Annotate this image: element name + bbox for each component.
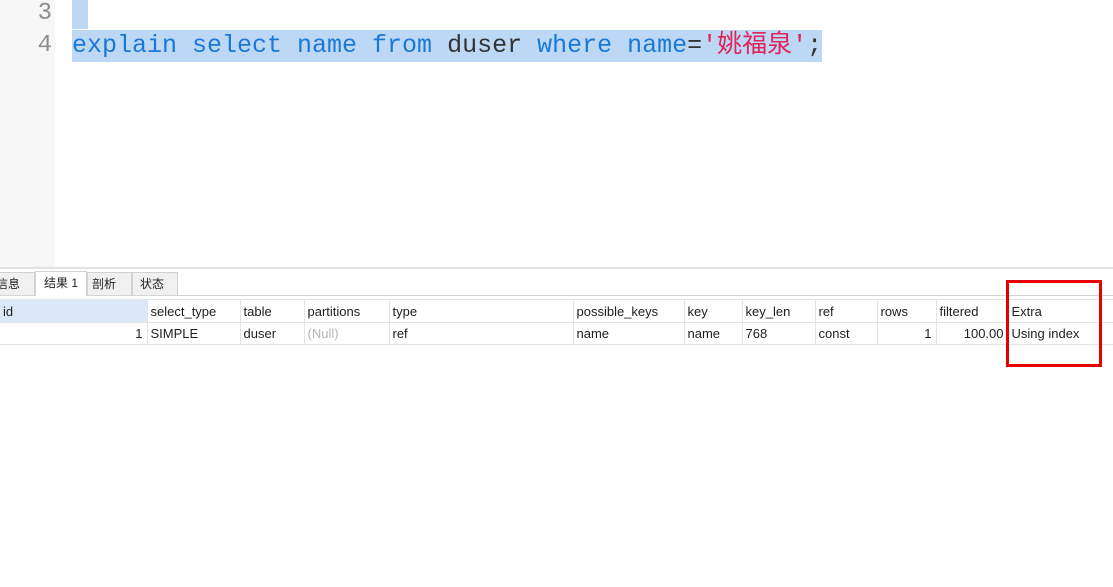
code-line-3[interactable] bbox=[72, 0, 112, 29]
sql-keyword: where name bbox=[537, 31, 688, 60]
tab-info[interactable]: 信息 bbox=[0, 272, 35, 295]
sql-string-literal: '姚福泉' bbox=[702, 31, 808, 60]
sql-identifier: duser bbox=[432, 31, 538, 60]
selected-sql-statement: explain select name from duser where nam… bbox=[72, 30, 823, 62]
line-number-gutter: 3 4 bbox=[0, 0, 55, 267]
column-header-extra[interactable]: Extra bbox=[1008, 299, 1113, 323]
cell-possible-keys[interactable]: name bbox=[573, 322, 685, 345]
cell-rows[interactable]: 1 bbox=[877, 322, 937, 345]
tab-status[interactable]: 状态 bbox=[132, 272, 178, 295]
column-header-ref[interactable]: ref bbox=[815, 299, 878, 323]
code-line-4[interactable]: explain select name from duser where nam… bbox=[72, 30, 823, 62]
line-number-4: 4 bbox=[37, 32, 52, 59]
cell-key-len[interactable]: 768 bbox=[742, 322, 816, 345]
cell-table[interactable]: duser bbox=[240, 322, 305, 345]
cell-partitions[interactable]: (Null) bbox=[304, 322, 390, 345]
line-number-3: 3 bbox=[37, 0, 52, 27]
column-header-filtered[interactable]: filtered bbox=[936, 299, 1009, 323]
column-header-select-type[interactable]: select_type bbox=[147, 299, 241, 323]
column-header-rows[interactable]: rows bbox=[877, 299, 937, 323]
result-tab-bar: 信息 结果 1 剖析 状态 bbox=[0, 269, 1113, 296]
column-header-key-len[interactable]: key_len bbox=[742, 299, 816, 323]
tab-profile[interactable]: 剖析 bbox=[87, 272, 132, 295]
tab-result-1[interactable]: 结果 1 bbox=[35, 271, 87, 296]
column-header-key[interactable]: key bbox=[684, 299, 743, 323]
sql-keyword: explain select name from bbox=[72, 31, 433, 60]
sql-editor[interactable]: 3 4 explain select name from duser where… bbox=[0, 0, 1113, 267]
cell-id[interactable]: 1 bbox=[0, 322, 148, 345]
column-header-possible-keys[interactable]: possible_keys bbox=[573, 299, 685, 323]
result-grid[interactable]: id select_type table partitions type pos… bbox=[0, 299, 1113, 345]
cell-ref[interactable]: const bbox=[815, 322, 878, 345]
cell-select-type[interactable]: SIMPLE bbox=[147, 322, 241, 345]
table-row[interactable]: 1 SIMPLE duser (Null) ref name name 768 … bbox=[0, 322, 1113, 345]
selection-highlight bbox=[72, 0, 88, 29]
cell-extra[interactable]: Using index bbox=[1008, 322, 1113, 345]
column-header-partitions[interactable]: partitions bbox=[304, 299, 390, 323]
sql-terminator: ; bbox=[807, 31, 823, 60]
cell-type[interactable]: ref bbox=[389, 322, 574, 345]
column-header-type[interactable]: type bbox=[389, 299, 574, 323]
grid-header-row: id select_type table partitions type pos… bbox=[0, 299, 1113, 323]
cell-filtered[interactable]: 100.00 bbox=[936, 322, 1009, 345]
column-header-id[interactable]: id bbox=[0, 299, 148, 323]
sql-operator: = bbox=[687, 31, 703, 60]
column-header-table[interactable]: table bbox=[240, 299, 305, 323]
cell-key[interactable]: name bbox=[684, 322, 743, 345]
